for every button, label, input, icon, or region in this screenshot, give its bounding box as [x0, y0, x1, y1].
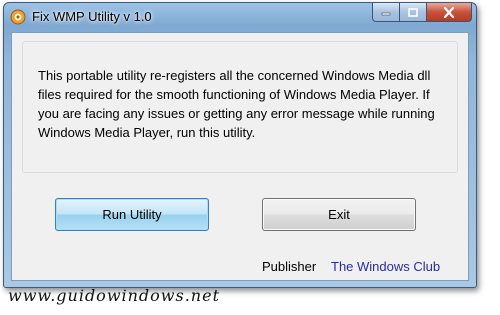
window-title: Fix WMP Utility v 1.0 [32, 9, 152, 24]
publisher-label: Publisher [262, 259, 317, 274]
publisher-link[interactable]: The Windows Club [331, 259, 440, 274]
title-bar[interactable]: Fix WMP Utility v 1.0 [4, 3, 476, 31]
description-text: This portable utility re-registers all t… [38, 68, 435, 140]
minimize-icon [381, 12, 391, 16]
run-utility-button[interactable]: Run Utility [55, 198, 209, 231]
minimize-button[interactable] [372, 3, 400, 22]
exit-button[interactable]: Exit [262, 198, 416, 231]
message-panel: This portable utility re-registers all t… [22, 41, 458, 173]
app-window: Fix WMP Utility v 1.0 This portable util… [3, 2, 477, 288]
close-icon [443, 6, 455, 18]
dialog-client-area: This portable utility re-registers all t… [11, 32, 469, 281]
close-button[interactable] [427, 3, 472, 22]
maximize-icon [408, 7, 418, 17]
watermark-text: www.guidowindows.net [8, 286, 220, 305]
app-icon [10, 9, 26, 25]
caption-buttons [372, 3, 472, 22]
maximize-button[interactable] [400, 3, 427, 22]
